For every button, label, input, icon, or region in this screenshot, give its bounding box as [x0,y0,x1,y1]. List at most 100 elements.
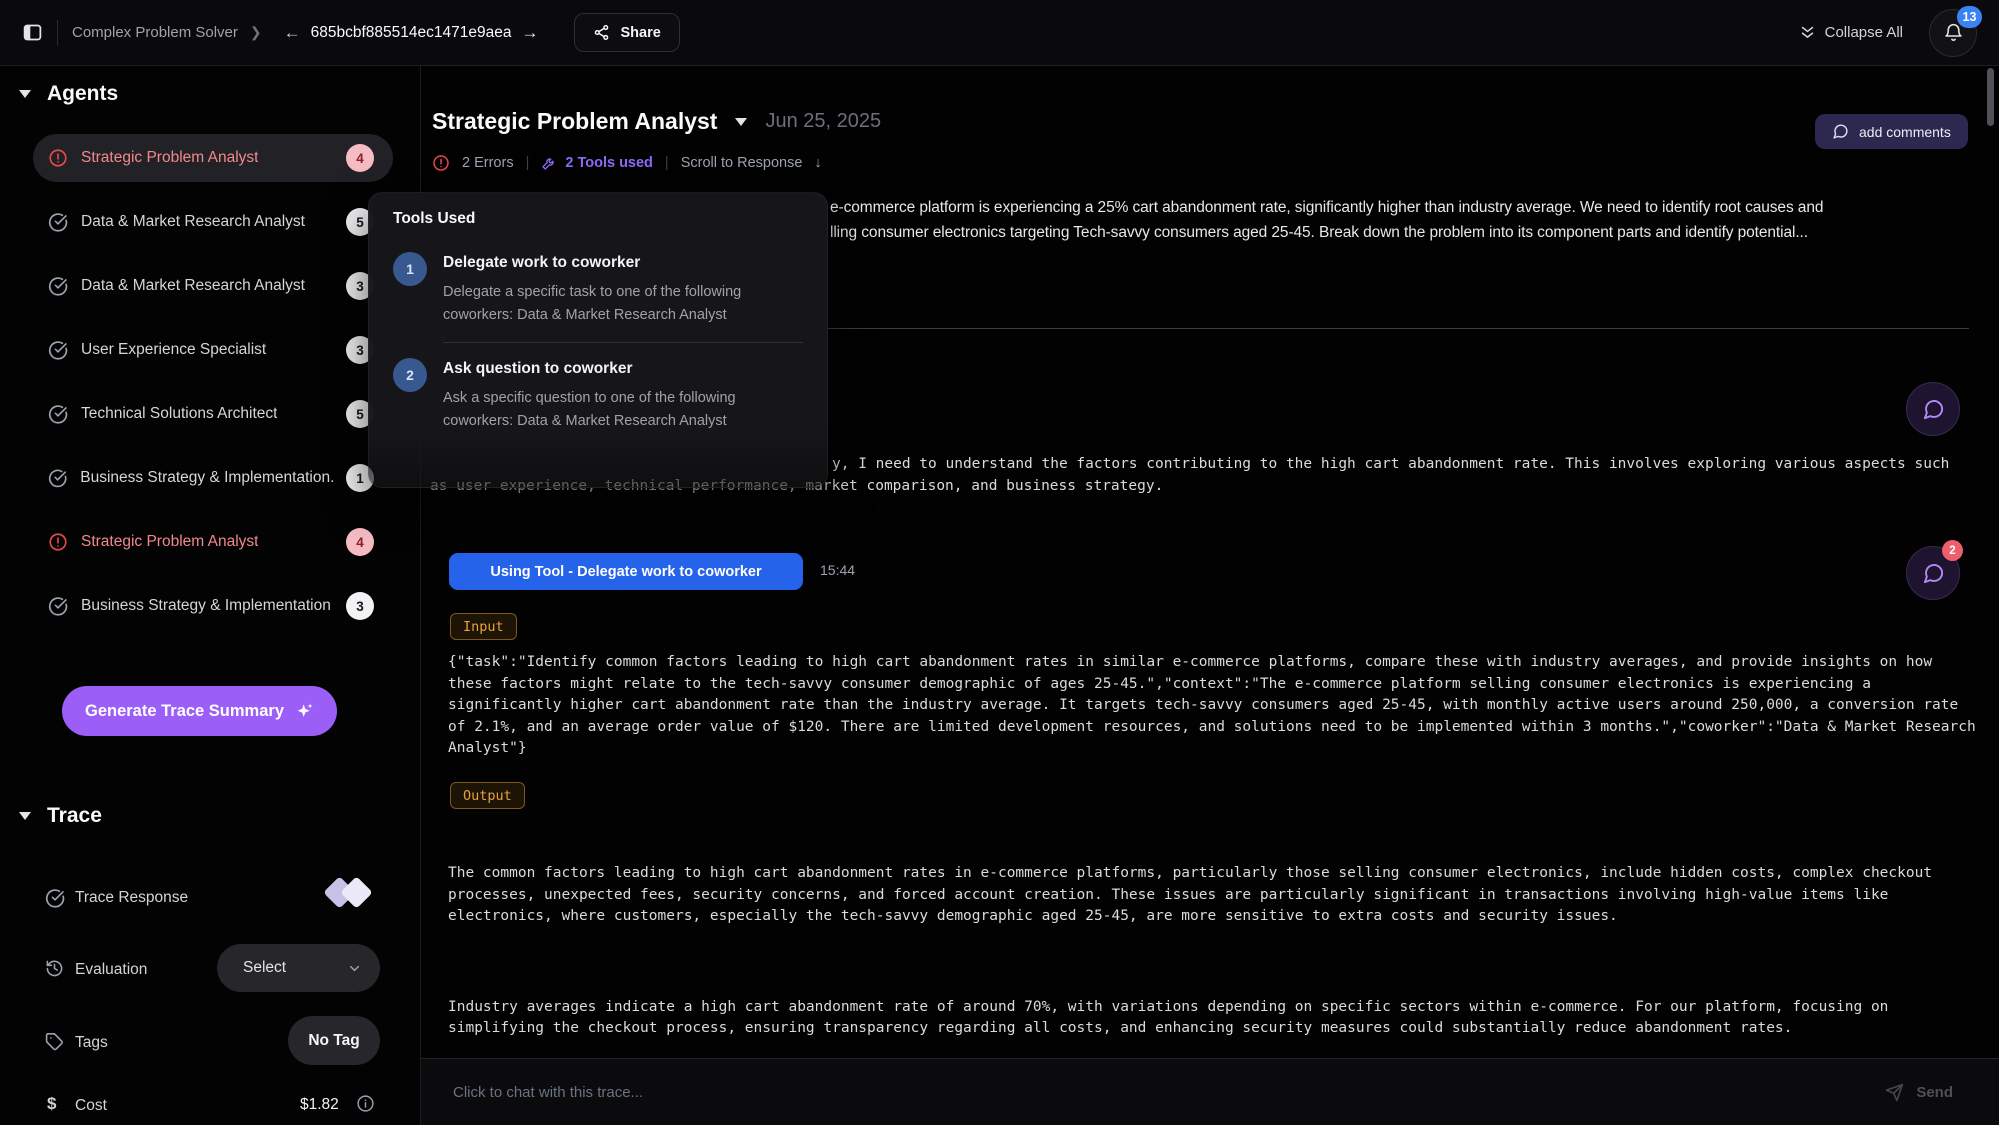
error-icon [48,532,68,552]
tags-row: Tags No Tag [0,1016,420,1065]
share-button[interactable]: Share [574,13,679,52]
share-label: Share [620,25,660,41]
trace-date: Jun 25, 2025 [765,110,881,133]
chat-bubble-icon [1832,123,1849,140]
agent-label: Data & Market Research Analyst [81,277,305,295]
collapse-all-label: Collapse All [1825,24,1903,41]
add-comments-button[interactable]: add comments [1815,114,1968,149]
wrench-icon [541,155,557,171]
output-paragraph: Industry averages indicate a high cart a… [448,997,1976,1040]
tooltip-header: Tools Used [393,210,803,228]
share-icon [593,24,610,41]
chevron-down-icon [347,961,362,976]
sidebar-item-strategic-problem-analyst-2[interactable]: Strategic Problem Analyst 4 [33,518,393,566]
tool-description: Delegate a specific task to one of the f… [443,281,803,327]
check-circle-icon [48,404,68,424]
using-tool-button[interactable]: Using Tool - Delegate work to coworker [449,553,803,590]
send-label: Send [1916,1084,1953,1101]
trace-section-header[interactable]: Trace [18,804,102,828]
tags-label: Tags [75,1034,108,1052]
chat-input[interactable] [451,1083,1885,1102]
no-tag-button[interactable]: No Tag [288,1016,380,1065]
scrollbar-thumb[interactable] [1987,68,1994,126]
notifications-button[interactable]: 13 [1929,9,1977,57]
agent-title: Strategic Problem Analyst [432,108,717,135]
cost-label: Cost [75,1097,107,1115]
comment-bubble-button[interactable]: 2 [1906,546,1960,600]
caret-down-icon [18,811,32,821]
trace-chat-bar: Send [421,1058,1999,1125]
no-tag-label: No Tag [308,1032,359,1050]
scroll-to-response-link[interactable]: Scroll to Response [681,155,803,171]
back-arrow-button[interactable]: ← [284,23,301,43]
tools-used-label: 2 Tools used [565,155,653,171]
check-circle-icon [48,340,68,360]
tools-used-link[interactable]: 2 Tools used [541,155,653,171]
sidebar-item-data-market-research-analyst[interactable]: Data & Market Research Analyst 5 [33,198,393,246]
agent-label: Strategic Problem Analyst [81,149,258,167]
input-json-text: {"task":"Identify common factors leading… [448,652,1976,760]
sidebar-toggle-icon[interactable] [22,22,43,43]
sidebar-item-business-strategy-implementation-2[interactable]: Business Strategy & Implementation 3 [33,582,393,622]
error-icon [432,154,450,172]
using-tool-label: Using Tool - Delegate work to coworker [490,564,761,580]
check-circle-icon [48,276,68,296]
check-circle-icon [48,468,67,488]
agent-label: Business Strategy & Implementation [81,597,331,615]
sidebar-item-user-experience-specialist[interactable]: User Experience Specialist 3 [33,326,393,374]
errors-count: 2 Errors [462,155,514,171]
check-circle-icon [48,212,68,232]
sidebar-item-technical-solutions-architect[interactable]: Technical Solutions Architect 5 [33,390,393,438]
history-icon [45,959,64,978]
agent-count-badge: 4 [346,144,374,172]
dollar-icon: $ [47,1094,56,1114]
tooltip-tool-item: 2 Ask question to coworker Ask a specifi… [393,358,803,433]
down-arrow-icon: ↓ [814,155,821,171]
sidebar-item-strategic-problem-analyst[interactable]: Strategic Problem Analyst 4 [33,134,393,182]
sidebar-item-business-strategy-implementation[interactable]: Business Strategy & Implementation... 1 [33,454,393,502]
tool-title: Ask question to coworker [443,360,803,378]
output-paragraph: The common factors leading to high cart … [448,863,1976,928]
agent-label: Technical Solutions Architect [81,405,277,423]
add-comments-label: add comments [1859,124,1951,140]
forward-arrow-button[interactable]: → [521,23,538,43]
input-tag: Input [450,613,517,640]
evaluation-select[interactable]: Select [217,944,380,992]
agent-list: Strategic Problem Analyst 4 Data & Marke… [0,134,420,622]
output-tag: Output [450,782,525,809]
breadcrumb[interactable]: Complex Problem Solver [72,24,238,41]
app-window: Complex Problem Solver ❯ ← 685bcbf885514… [0,0,1999,1125]
top-bar: Complex Problem Solver ❯ ← 685bcbf885514… [0,0,1999,66]
agent-count-badge: 3 [346,592,374,620]
tools-used-tooltip: Tools Used 1 Delegate work to coworker D… [368,192,828,488]
tool-number-badge: 2 [393,358,427,392]
double-chevron-down-icon [1799,24,1816,41]
tooltip-divider [443,342,803,343]
generate-trace-summary-button[interactable]: Generate Trace Summary [62,686,337,736]
agent-label: Data & Market Research Analyst [81,213,305,231]
trace-header-label: Trace [47,804,102,828]
send-button[interactable]: Send [1885,1083,1953,1102]
caret-down-icon[interactable] [734,117,748,127]
caret-down-icon [18,89,32,99]
trace-response-diamonds[interactable] [328,881,368,904]
agent-label: User Experience Specialist [81,341,266,359]
check-circle-icon [48,596,68,616]
collapse-all-button[interactable]: Collapse All [1799,24,1903,41]
trace-id: 685bcbf885514ec1471e9aea [311,24,512,42]
sidebar-item-data-market-research-analyst-2[interactable]: Data & Market Research Analyst 3 [33,262,393,310]
trace-response-row: Trace Response [0,878,420,918]
agent-label: Strategic Problem Analyst [81,533,258,551]
thought-text-line1: y, I need to understand the factors cont… [832,454,1949,476]
comment-bubble-button[interactable] [1906,382,1960,436]
chat-bubble-icon [1922,398,1945,421]
paper-plane-icon [1885,1083,1904,1102]
error-icon [48,148,68,168]
agents-section-header[interactable]: Agents [18,82,118,106]
topbar-divider [57,20,58,46]
info-icon[interactable] [356,1094,375,1113]
comment-count-badge: 2 [1942,540,1963,561]
tool-timestamp: 15:44 [820,562,855,578]
chat-bubble-icon [1922,562,1945,585]
evaluation-row: Evaluation Select [0,944,420,992]
